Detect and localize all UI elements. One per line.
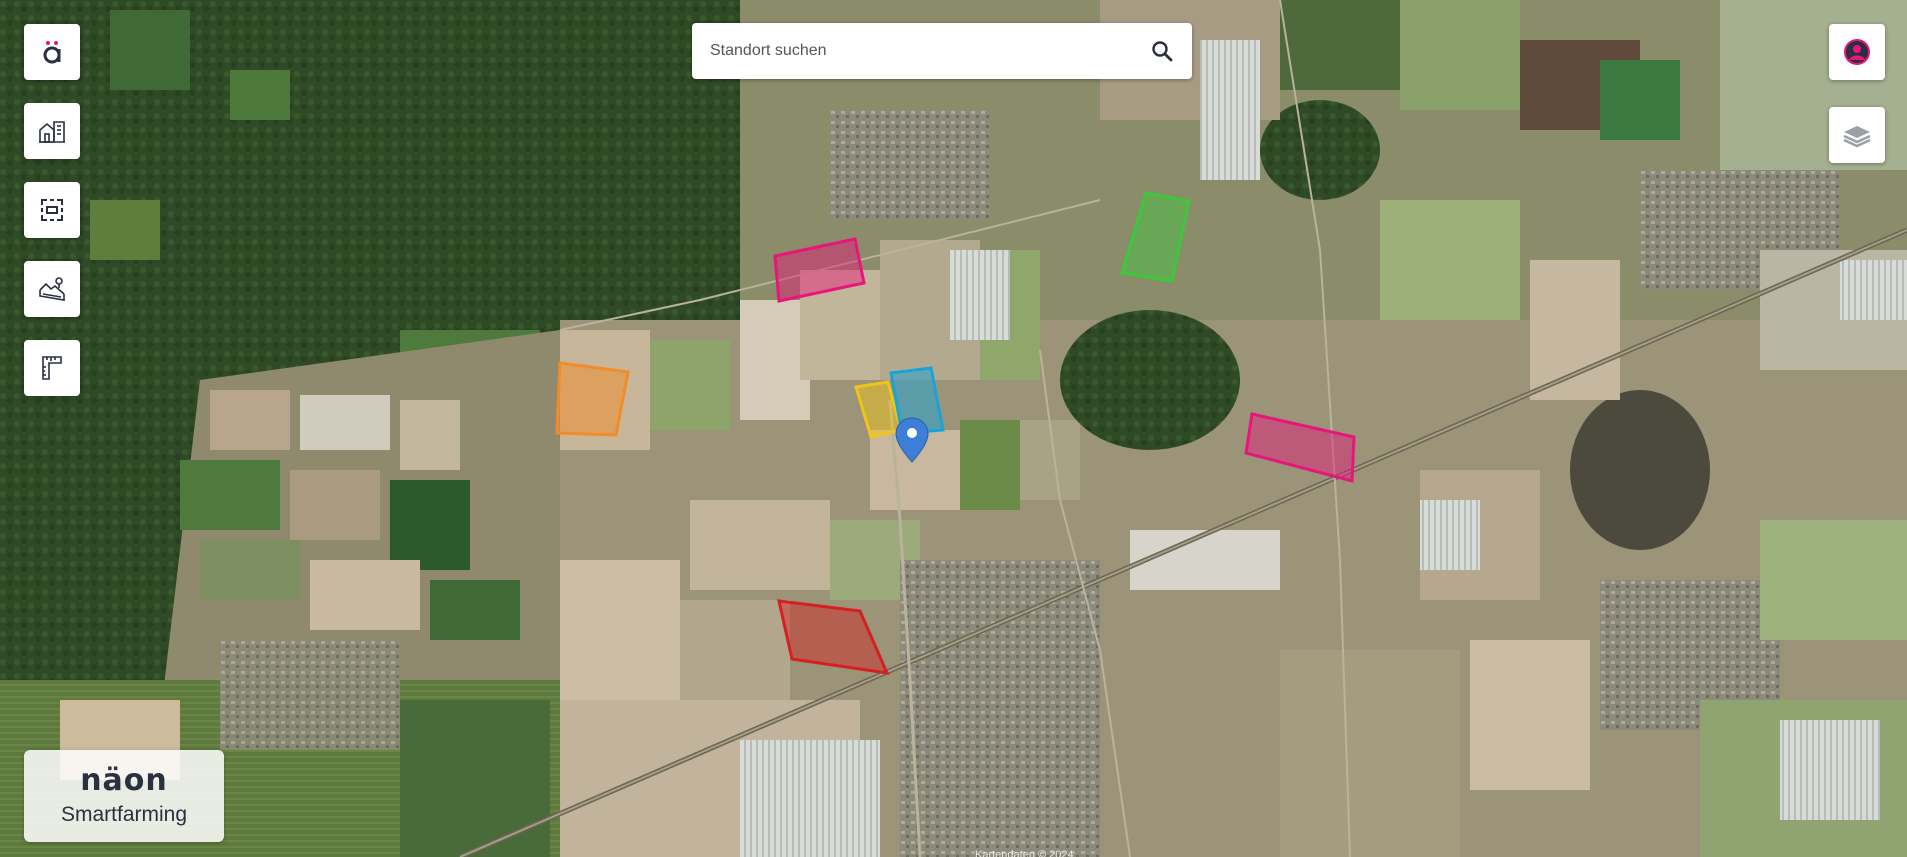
layers-icon <box>1843 126 1871 148</box>
brand-subtitle: Smartfarming <box>60 803 188 826</box>
ruler-icon <box>42 356 62 380</box>
buildings-icon <box>39 121 65 143</box>
layers-button[interactable] <box>1829 107 1885 163</box>
search-icon[interactable] <box>1148 37 1176 65</box>
map-attribution: Kartendaten © 2024 <box>975 849 1074 857</box>
location-search[interactable] <box>692 23 1192 79</box>
terrain-icon <box>39 277 65 301</box>
map-imagery <box>0 0 1907 857</box>
profile-button[interactable] <box>1829 24 1885 80</box>
dashed-frame-icon <box>41 199 63 221</box>
field-orange[interactable] <box>555 361 630 437</box>
buildings-button[interactable] <box>24 103 80 159</box>
logo-button[interactable] <box>24 24 80 80</box>
brand-panel: näon Smartfarming <box>24 750 224 842</box>
satellite-map[interactable]: näon Smartfarming Kartendaten © 2024 <box>0 0 1907 857</box>
a-umlaut-logo-icon <box>43 41 61 64</box>
area-select-button[interactable] <box>24 182 80 238</box>
measure-button[interactable] <box>24 340 80 396</box>
brand-logo: näon <box>80 763 168 798</box>
user-avatar-icon <box>1844 39 1870 65</box>
search-input[interactable] <box>708 41 1148 61</box>
terrain-button[interactable] <box>24 261 80 317</box>
